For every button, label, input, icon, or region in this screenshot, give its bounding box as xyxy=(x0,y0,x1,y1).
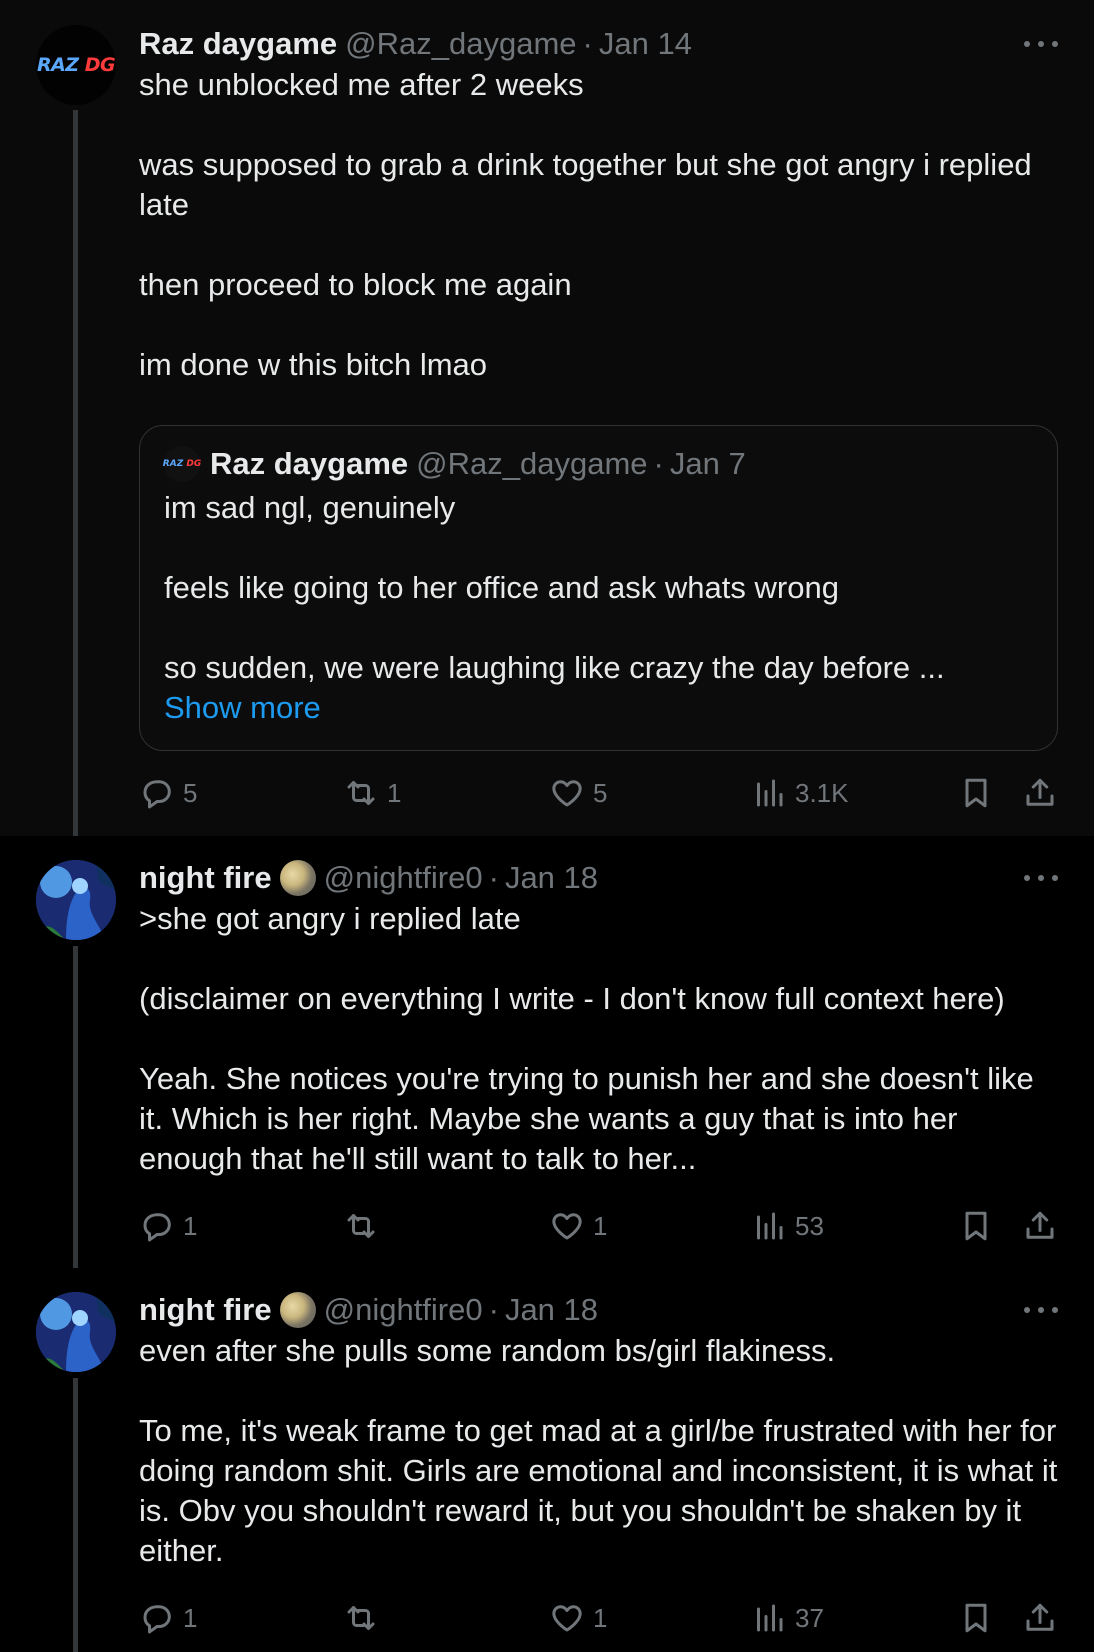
share-button[interactable] xyxy=(1022,773,1058,813)
user-handle[interactable]: @Raz_daygame xyxy=(345,24,576,64)
views-icon xyxy=(757,1604,783,1632)
tweet-text: even after she pulls some random bs/girl… xyxy=(139,1333,1058,1568)
more-icon[interactable] xyxy=(1024,864,1058,892)
moon-emoji xyxy=(279,860,316,896)
retweet-icon xyxy=(347,1606,375,1630)
tweet-date[interactable]: Jan 18 xyxy=(505,858,598,898)
display-name[interactable]: Raz daygame xyxy=(139,24,337,64)
like-icon xyxy=(552,1605,582,1632)
reply-button[interactable]: 1 xyxy=(139,1598,197,1638)
moon-emoji xyxy=(279,1292,316,1328)
separator-dot: · xyxy=(582,26,593,61)
bookmark-button[interactable] xyxy=(958,773,994,813)
tweet-text: she unblocked me after 2 weeks was suppo… xyxy=(139,67,1032,382)
retweet-count: 1 xyxy=(387,777,402,808)
share-button[interactable] xyxy=(1022,1598,1058,1638)
quoted-avatar: RAZ DG xyxy=(163,446,201,482)
views-icon xyxy=(757,1212,783,1240)
display-name[interactable]: night fire xyxy=(139,858,272,898)
tweet-header: Raz daygame @Raz_daygame · Jan 14 xyxy=(139,24,1058,64)
tweet-text: >she got angry i replied late (disclaime… xyxy=(139,901,1034,1176)
view-count: 37 xyxy=(795,1602,824,1633)
like-icon xyxy=(552,780,582,807)
quoted-tweet[interactable]: RAZ DG Raz daygame @Raz_daygame · Jan 7 … xyxy=(139,425,1058,751)
thread-line xyxy=(73,110,78,836)
bookmark-icon xyxy=(965,1211,987,1241)
reply-count: 5 xyxy=(183,777,198,808)
tweet[interactable]: night fire @nightfire0 · Jan 18 >she got… xyxy=(0,836,1094,1268)
quoted-user-handle: @Raz_daygame xyxy=(416,446,648,481)
tweet-date[interactable]: Jan 18 xyxy=(505,1290,598,1330)
like-count: 1 xyxy=(593,1210,608,1241)
retweet-button[interactable] xyxy=(343,1598,387,1638)
reply-count: 1 xyxy=(183,1602,198,1633)
bookmark-button[interactable] xyxy=(958,1598,994,1638)
thread-line xyxy=(73,946,78,1268)
reply-button[interactable]: 5 xyxy=(139,773,197,813)
views-button[interactable]: 3.1K xyxy=(751,773,849,813)
share-icon xyxy=(1026,778,1054,806)
quoted-tweet-text: im sad ngl, genuinely feels like going t… xyxy=(164,490,945,685)
reply-icon xyxy=(143,1605,171,1634)
avatar[interactable]: RAZ DG xyxy=(36,25,116,105)
quoted-tweet-header: RAZ DG Raz daygame @Raz_daygame · Jan 7 xyxy=(163,444,1033,484)
bookmark-button[interactable] xyxy=(958,1206,994,1246)
share-button[interactable] xyxy=(1022,1206,1058,1246)
thread: RAZ DG Raz daygame @Raz_daygame · Jan 14… xyxy=(0,0,1094,1652)
share-icon xyxy=(1026,1211,1054,1239)
tweet[interactable]: RAZ DG Raz daygame @Raz_daygame · Jan 14… xyxy=(0,0,1094,836)
quoted-display-name: Raz daygame xyxy=(210,446,409,481)
tweet[interactable]: night fire @nightfire0 · Jan 18 even aft… xyxy=(0,1268,1094,1652)
tweet-header: night fire @nightfire0 · Jan 18 xyxy=(139,858,1058,898)
reply-button[interactable]: 1 xyxy=(139,1206,197,1246)
views-button[interactable]: 53 xyxy=(751,1206,824,1246)
tweet-date[interactable]: Jan 14 xyxy=(599,24,692,64)
views-icon xyxy=(757,779,783,807)
avatar[interactable] xyxy=(36,1292,116,1372)
like-count: 1 xyxy=(593,1602,608,1633)
view-count: 3.1K xyxy=(795,777,849,808)
retweet-button[interactable] xyxy=(343,1206,387,1246)
like-icon xyxy=(552,1213,582,1240)
reply-count: 1 xyxy=(183,1210,198,1241)
display-name[interactable]: night fire xyxy=(139,1290,272,1330)
tweet-actions: 5 1 5 3.1K xyxy=(139,773,1058,813)
view-count: 53 xyxy=(795,1210,824,1241)
like-count: 5 xyxy=(593,777,608,808)
retweet-button[interactable]: 1 xyxy=(343,773,401,813)
tweet-actions: 1 1 53 xyxy=(139,1206,1058,1246)
like-button[interactable]: 1 xyxy=(549,1598,607,1638)
separator-dot: · xyxy=(488,860,499,895)
bookmark-icon xyxy=(965,1603,987,1633)
show-more-link[interactable]: Show more xyxy=(164,688,1033,728)
like-button[interactable]: 1 xyxy=(549,1206,607,1246)
avatar[interactable] xyxy=(36,860,116,940)
reply-icon xyxy=(143,1213,171,1242)
user-handle[interactable]: @nightfire0 xyxy=(324,858,483,898)
tweet-actions: 1 1 37 xyxy=(139,1598,1058,1638)
more-icon[interactable] xyxy=(1024,1296,1058,1324)
avatar-image xyxy=(36,1292,116,1372)
retweet-icon xyxy=(347,1214,375,1238)
views-button[interactable]: 37 xyxy=(751,1598,824,1638)
separator-dot: · xyxy=(653,446,664,481)
share-icon xyxy=(1026,1603,1054,1631)
reply-icon xyxy=(143,780,171,809)
avatar-image xyxy=(36,860,116,940)
raz-dg-logo: RAZ DG xyxy=(36,54,116,76)
user-handle[interactable]: @nightfire0 xyxy=(324,1290,483,1330)
like-button[interactable]: 5 xyxy=(549,773,607,813)
tweet-header: night fire @nightfire0 · Jan 18 xyxy=(139,1290,1058,1330)
more-icon[interactable] xyxy=(1024,30,1058,58)
bookmark-icon xyxy=(965,778,987,808)
thread-line xyxy=(73,1378,78,1652)
quoted-tweet-date: Jan 7 xyxy=(669,446,746,481)
separator-dot: · xyxy=(488,1292,499,1327)
retweet-icon xyxy=(347,781,375,805)
